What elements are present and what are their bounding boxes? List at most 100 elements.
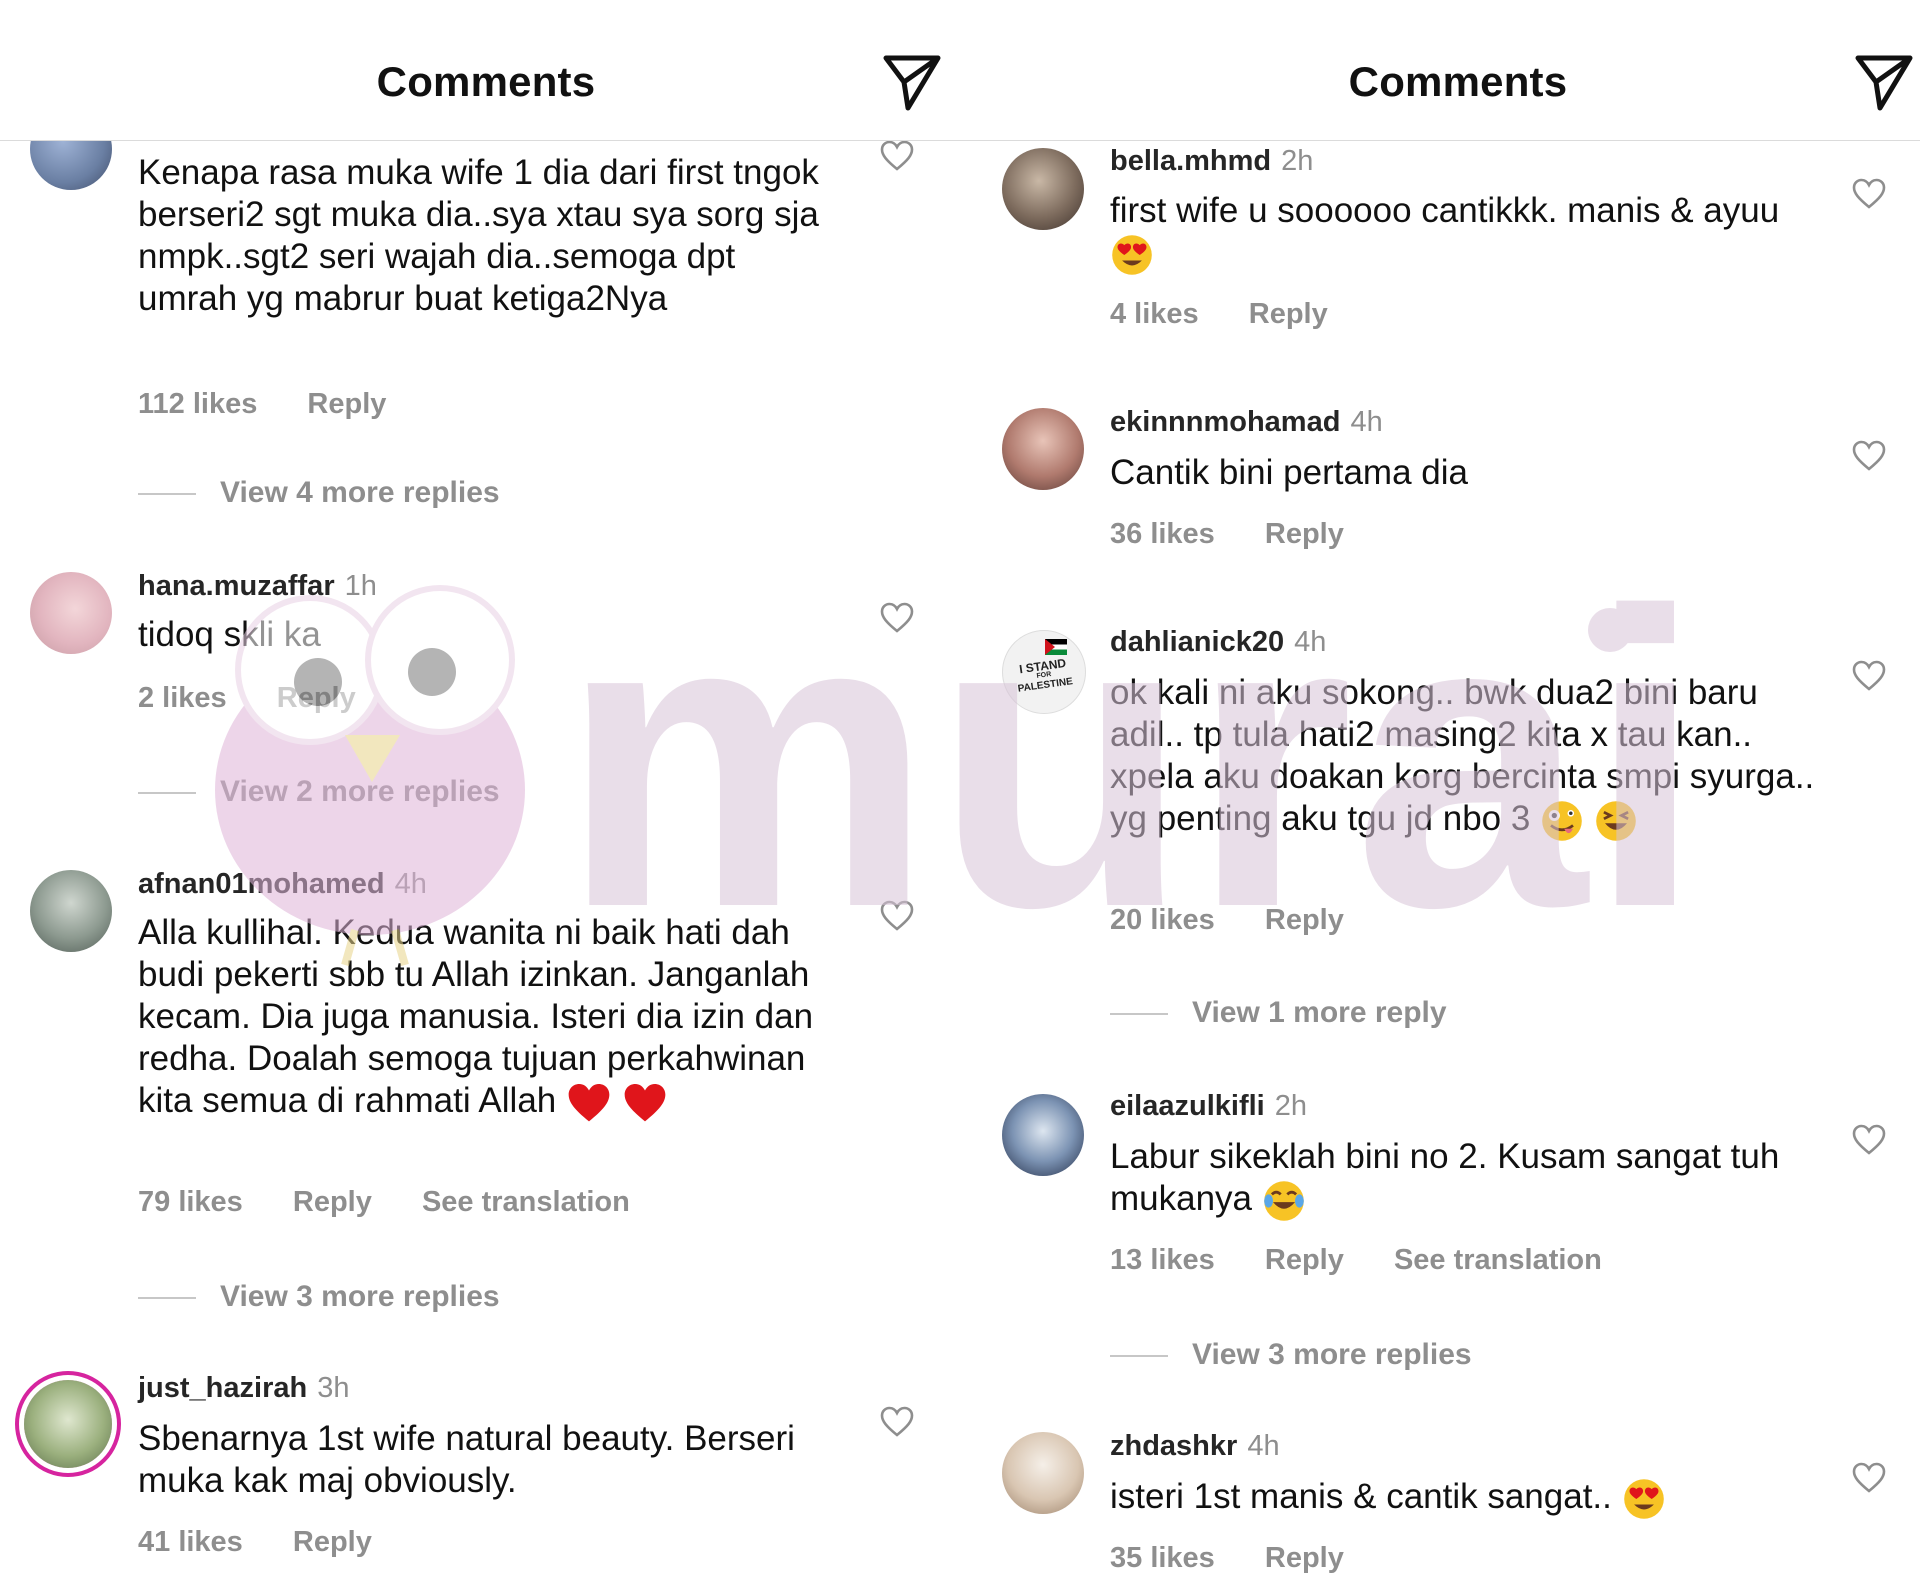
comment-text-body: isteri 1st manis & cantik sangat.. xyxy=(1110,1477,1612,1516)
comment-text-body: Labur sikeklah bini no 2. Kusam sangat t… xyxy=(1110,1137,1780,1218)
likes-count[interactable]: 79 likes xyxy=(138,1186,243,1218)
see-translation-button[interactable]: See translation xyxy=(1394,1244,1602,1276)
left-comments-screen: Comments Kenapa rasa muka wife 1 dia dar… xyxy=(0,0,972,1584)
like-heart-icon[interactable] xyxy=(1852,1462,1886,1494)
view-more-label: View 1 more reply xyxy=(1192,996,1447,1029)
view-more-replies[interactable]: View 3 more replies xyxy=(1110,1338,1472,1372)
comment-username[interactable]: just_hazirah 3h xyxy=(138,1372,349,1405)
comment-text: Labur sikeklah bini no 2. Kusam sangat t… xyxy=(1110,1136,1800,1223)
comment-actions: 112 likes Reply xyxy=(138,388,428,421)
comment-actions: 2 likes Reply xyxy=(138,682,398,715)
divider-line xyxy=(1110,1013,1168,1016)
red-heart-emoji-icon xyxy=(624,1083,666,1122)
comment-text: ok kali ni aku sokong.. bwk dua2 bini ba… xyxy=(1110,672,1830,843)
comment-text: Alla kullihal. Kedua wanita ni baik hati… xyxy=(138,912,838,1124)
comments-header: Comments xyxy=(0,0,972,141)
right-comments-screen: Comments bella.mhmd 2h first wife u soooo… xyxy=(972,0,1920,1584)
send-icon[interactable] xyxy=(1852,50,1916,114)
comment-text: Kenapa rasa muka wife 1 dia dari first t… xyxy=(138,153,819,318)
view-more-replies[interactable]: View 1 more reply xyxy=(1110,996,1447,1030)
send-icon[interactable] xyxy=(880,50,944,114)
comment-time: 4h xyxy=(1294,626,1327,658)
like-heart-icon[interactable] xyxy=(1852,440,1886,472)
view-more-replies[interactable]: View 3 more replies xyxy=(138,1280,500,1314)
likes-count[interactable]: 2 likes xyxy=(138,682,227,714)
reply-button[interactable]: Reply xyxy=(277,682,356,714)
comment-text-body: ok kali ni aku sokong.. bwk dua2 bini ba… xyxy=(1110,673,1815,838)
heart-eyes-emoji-icon xyxy=(1623,1478,1664,1519)
avatar[interactable] xyxy=(30,572,112,654)
comment-actions: 13 likes Reply See translation xyxy=(1110,1244,1644,1277)
comment-text-body: Alla kullihal. Kedua wanita ni baik hati… xyxy=(138,913,814,1120)
flag-mark xyxy=(1045,639,1055,655)
like-heart-icon[interactable] xyxy=(880,602,914,634)
divider-line xyxy=(138,493,196,496)
like-heart-icon[interactable] xyxy=(1852,178,1886,210)
laughing-face-emoji-icon xyxy=(1595,800,1636,841)
comment-username[interactable]: bella.mhmd 2h xyxy=(1110,145,1313,178)
comment-time: 4h xyxy=(1350,406,1383,438)
likes-count[interactable]: 35 likes xyxy=(1110,1542,1215,1574)
view-more-replies[interactable]: View 2 more replies xyxy=(138,775,500,809)
view-more-label: View 4 more replies xyxy=(220,476,500,509)
reply-button[interactable]: Reply xyxy=(293,1526,372,1558)
comment-username[interactable]: afnan01mohamed 4h xyxy=(138,868,427,901)
likes-count[interactable]: 36 likes xyxy=(1110,518,1215,550)
likes-count[interactable]: 13 likes xyxy=(1110,1244,1215,1276)
palestine-avatar[interactable]: I STAND FOR PALESTINE xyxy=(1002,630,1086,714)
comment-text-body: first wife u soooooo cantikkk. manis & a… xyxy=(1110,191,1780,230)
zany-face-emoji-icon xyxy=(1542,800,1582,841)
likes-count[interactable]: 41 likes xyxy=(138,1526,243,1558)
like-heart-icon[interactable] xyxy=(880,900,914,932)
view-more-label: View 3 more replies xyxy=(1192,1338,1472,1371)
comment-text: Cantik bini pertama dia xyxy=(1110,453,1468,492)
header-title: Comments xyxy=(376,58,596,105)
likes-count[interactable]: 20 likes xyxy=(1110,904,1215,936)
comment-username[interactable]: eilaazulkifli 2h xyxy=(1110,1090,1307,1123)
likes-count[interactable]: 112 likes xyxy=(138,388,257,420)
tears-of-joy-emoji-icon xyxy=(1263,1180,1304,1221)
comment-time: 2h xyxy=(1281,145,1314,177)
header-title: Comments xyxy=(1348,58,1568,105)
divider-line xyxy=(1110,1355,1168,1358)
comment-username[interactable]: hana.muzaffar 1h xyxy=(138,570,377,603)
reply-button[interactable]: Reply xyxy=(293,1186,372,1218)
comment-time: 1h xyxy=(344,570,377,602)
avatar[interactable] xyxy=(30,870,112,952)
likes-count[interactable]: 4 likes xyxy=(1110,298,1199,330)
view-more-label: View 2 more replies xyxy=(220,775,500,808)
like-heart-icon[interactable] xyxy=(1852,660,1886,692)
reply-button[interactable]: Reply xyxy=(1265,1542,1344,1574)
view-more-replies[interactable]: View 4 more replies xyxy=(138,476,500,510)
view-more-label: View 3 more replies xyxy=(220,1280,500,1313)
avatar[interactable] xyxy=(1002,1432,1084,1514)
like-heart-icon[interactable] xyxy=(880,140,914,172)
like-heart-icon[interactable] xyxy=(1852,1124,1886,1156)
comment-actions: 41 likes Reply xyxy=(138,1526,414,1559)
divider-line xyxy=(138,792,196,795)
comment-text: first wife u soooooo cantikkk. manis & a… xyxy=(1110,190,1800,277)
avatar[interactable] xyxy=(1002,148,1084,230)
avatar-with-story-ring[interactable] xyxy=(24,1380,112,1468)
reply-button[interactable]: Reply xyxy=(1265,904,1344,936)
like-heart-icon[interactable] xyxy=(880,1406,914,1438)
avatar[interactable] xyxy=(1002,1094,1084,1176)
comment-username[interactable]: dahlianick20 4h xyxy=(1110,626,1326,659)
reply-button[interactable]: Reply xyxy=(1265,518,1344,550)
comment-time: 4h xyxy=(394,868,427,900)
comment-username[interactable]: ekinnnmohamad 4h xyxy=(1110,406,1383,439)
reply-button[interactable]: Reply xyxy=(307,388,386,420)
reply-button[interactable]: Reply xyxy=(1249,298,1328,330)
comment-actions: 20 likes Reply xyxy=(1110,904,1386,937)
heart-eyes-emoji-icon xyxy=(1112,234,1152,275)
comment-text: Sbenarnya 1st wife natural beauty. Berse… xyxy=(138,1419,795,1500)
comment-username[interactable]: zhdashkr 4h xyxy=(1110,1430,1280,1463)
comment-actions: 79 likes Reply See translation xyxy=(138,1186,672,1219)
avatar[interactable] xyxy=(1002,408,1084,490)
comment-actions: 36 likes Reply xyxy=(1110,518,1386,551)
comment-text: isteri 1st manis & cantik sangat.. xyxy=(1110,1476,1800,1521)
divider-line xyxy=(138,1297,196,1300)
comment-time: 3h xyxy=(317,1372,350,1404)
see-translation-button[interactable]: See translation xyxy=(422,1186,630,1218)
reply-button[interactable]: Reply xyxy=(1265,1244,1344,1276)
